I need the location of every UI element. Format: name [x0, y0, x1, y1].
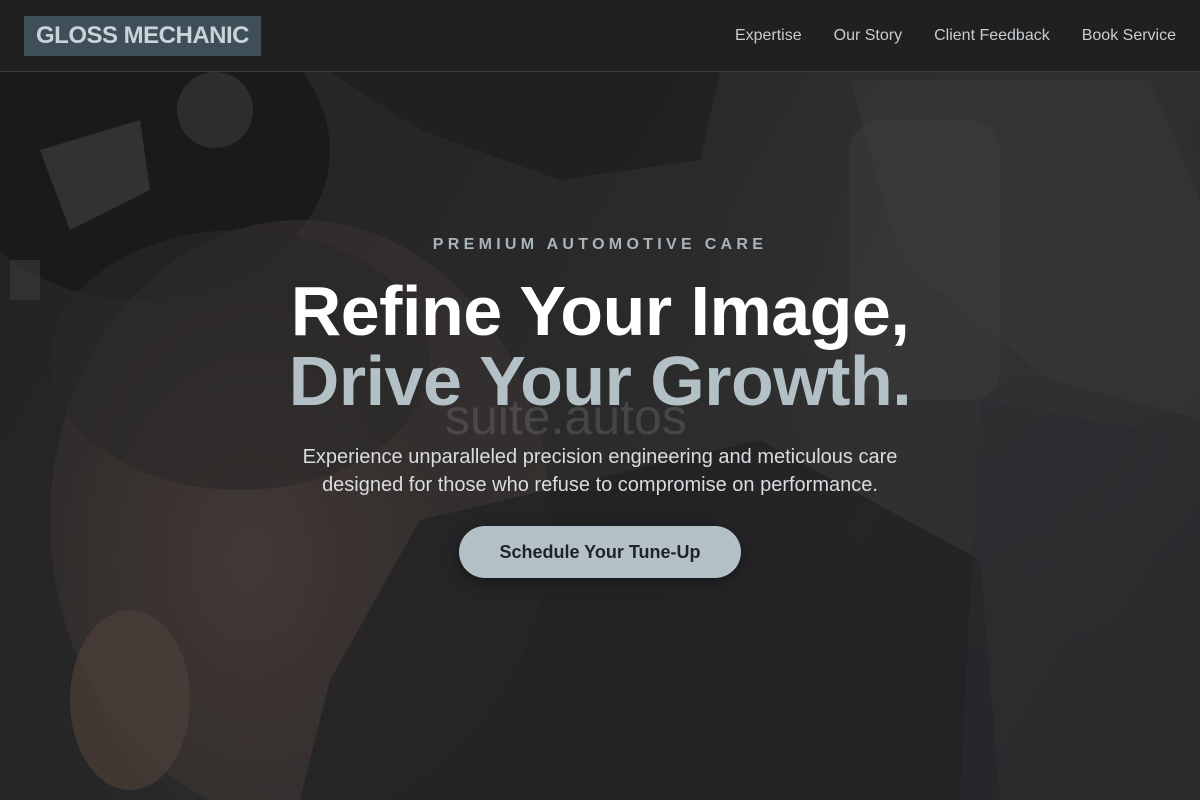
- hero-subtext: Experience unparalleled precision engine…: [302, 446, 898, 496]
- nav-link-expertise[interactable]: Expertise: [735, 27, 802, 45]
- nav-link-our-story[interactable]: Our Story: [834, 27, 902, 45]
- schedule-tune-up-button[interactable]: Schedule Your Tune-Up: [459, 526, 741, 578]
- hero-headline: Refine Your Image, Drive Your Growth.: [0, 276, 1200, 416]
- hero-section: PREMIUM AUTOMOTIVE CARE suite.autos Refi…: [0, 0, 1200, 800]
- nav-link-client-feedback[interactable]: Client Feedback: [934, 27, 1050, 45]
- nav-links: Expertise Our Story Client Feedback Book…: [735, 27, 1176, 45]
- brand-logo[interactable]: GLOSS MECHANIC: [24, 15, 262, 56]
- hero-headline-line2: Drive Your Growth.: [288, 342, 912, 420]
- top-navbar: GLOSS MECHANIC Expertise Our Story Clien…: [0, 0, 1200, 72]
- hero-headline-line1: Refine Your Image,: [290, 272, 910, 350]
- nav-link-book-service[interactable]: Book Service: [1082, 27, 1176, 45]
- hero-eyebrow: PREMIUM AUTOMOTIVE CARE: [432, 236, 768, 253]
